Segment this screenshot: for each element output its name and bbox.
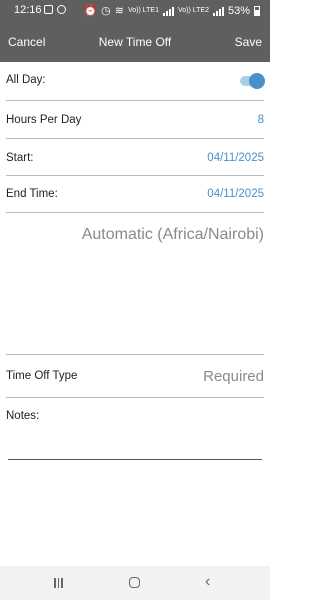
network-label-1: Vo)) LTE1 [127, 7, 159, 14]
hours-per-day-label: Hours Per Day [6, 114, 82, 126]
hours-per-day-row[interactable]: Hours Per Day 8 [6, 101, 264, 139]
all-day-toggle[interactable] [240, 73, 265, 89]
battery-percent: 53% [227, 4, 250, 17]
time-off-type-placeholder[interactable]: Required [203, 368, 264, 385]
save-button[interactable]: Save [235, 35, 262, 49]
start-row[interactable]: Start: 04/11/2025 [6, 139, 264, 176]
navigation-bar: ‹ [0, 566, 270, 600]
battery-icon [254, 5, 260, 16]
timezone-section [6, 212, 264, 355]
all-day-row: All Day: [6, 62, 265, 101]
toggle-knob [249, 73, 265, 89]
chat-icon [57, 5, 66, 14]
status-right: ⏰ ◷ ≋ Vo)) LTE1 Vo)) LTE2 53% [83, 4, 260, 17]
all-day-label: All Day: [6, 74, 46, 86]
alarm-icon: ⏰ [83, 5, 98, 17]
back-icon[interactable]: ‹ [205, 573, 210, 591]
network-label-2: Vo)) LTE2 [177, 7, 209, 14]
status-bar: 12:16 ⏰ ◷ ≋ Vo)) LTE1 Vo)) LTE2 53% [0, 0, 270, 22]
time-off-type-label: Time Off Type [6, 370, 78, 382]
image-icon [44, 5, 53, 14]
app-header: Cancel New Time Off Save [0, 22, 270, 62]
home-icon[interactable] [129, 577, 140, 588]
recents-icon[interactable] [54, 578, 63, 588]
notes-field[interactable] [8, 459, 262, 460]
signal-icon [212, 6, 224, 16]
signal-icon [162, 6, 174, 16]
end-time-label: End Time: [6, 188, 58, 200]
time-off-type-row[interactable]: Time Off Type Required [6, 355, 264, 398]
clock-icon: ◷ [101, 5, 111, 17]
start-label: Start: [6, 152, 34, 164]
hours-per-day-value[interactable]: 8 [258, 114, 264, 126]
end-date-value[interactable]: 04/11/2025 [207, 188, 264, 200]
end-row[interactable]: End Time: 04/11/2025 [6, 176, 264, 213]
page-title: New Time Off [98, 35, 172, 49]
start-date-value[interactable]: 04/11/2025 [207, 152, 264, 164]
wifi-icon: ≋ [114, 5, 124, 17]
notes-label: Notes: [6, 410, 40, 422]
status-time: 12:16 [14, 4, 42, 16]
